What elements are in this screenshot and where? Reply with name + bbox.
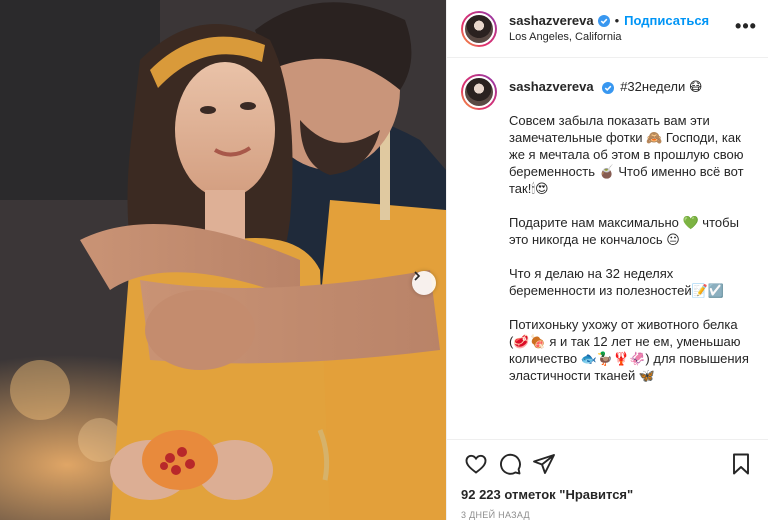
username-link[interactable]: sashazvereva	[509, 12, 594, 29]
verified-badge-icon	[601, 81, 614, 94]
heart-icon	[465, 454, 487, 474]
avatar[interactable]	[461, 10, 497, 47]
verified-badge-icon	[597, 14, 610, 27]
caption-hashtag[interactable]: #32недели 😷	[620, 79, 702, 94]
caption-paragraph-3: Что я делаю на 32 неделях беременности и…	[509, 266, 724, 298]
avatar-image	[463, 76, 495, 108]
likes-count[interactable]: 92 223 отметок "Нравится"	[459, 482, 758, 504]
post-photo[interactable]	[0, 0, 446, 520]
follow-button[interactable]: Подписаться	[624, 12, 709, 29]
next-photo-button[interactable]	[412, 271, 436, 295]
post-timestamp[interactable]: 3 дней назад	[459, 504, 758, 520]
caption: sashazvereva #32недели 😷 Совсем забыла п…	[461, 74, 754, 384]
avatar-image	[463, 12, 495, 45]
caption-first-line: sashazvereva #32недели 😷	[509, 78, 754, 95]
chevron-right-icon	[414, 271, 421, 281]
post-footer: 92 223 отметок "Нравится" 3 дней назад	[447, 439, 768, 520]
share-button[interactable]	[527, 447, 561, 481]
bookmark-icon	[733, 453, 749, 475]
caption-paragraph-2: Подарите нам максимально 💚 чтобы это ник…	[509, 215, 739, 247]
header-line: sashazvereva • Подписаться	[509, 12, 734, 29]
post-header: sashazvereva • Подписаться Los Angeles, …	[447, 0, 768, 58]
location-link[interactable]: Los Angeles, California	[509, 30, 734, 45]
caption-paragraph-4: Потихоньку ухожу от животного белка (🥩🍖 …	[509, 317, 749, 383]
header-text: sashazvereva • Подписаться Los Angeles, …	[509, 12, 734, 45]
comments-area: sashazvereva #32недели 😷 Совсем забыла п…	[447, 58, 768, 439]
like-button[interactable]	[459, 447, 493, 481]
comment-icon	[500, 453, 521, 475]
couple-photo-illustration	[0, 0, 446, 520]
save-button[interactable]	[724, 447, 758, 481]
caption-avatar[interactable]	[461, 74, 497, 110]
caption-body: sashazvereva #32недели 😷 Совсем забыла п…	[509, 74, 754, 384]
paper-plane-icon	[533, 454, 555, 474]
comment-button[interactable]	[493, 447, 527, 481]
more-options-button[interactable]: •••	[734, 15, 758, 39]
caption-username-link[interactable]: sashazvereva	[509, 79, 594, 94]
caption-paragraph-1: Совсем забыла показать вам эти замечател…	[509, 113, 744, 196]
post-side-panel: sashazvereva • Подписаться Los Angeles, …	[446, 0, 768, 520]
instagram-post: sashazvereva • Подписаться Los Angeles, …	[0, 0, 768, 520]
action-bar	[459, 446, 758, 482]
separator-dot: •	[614, 13, 620, 28]
